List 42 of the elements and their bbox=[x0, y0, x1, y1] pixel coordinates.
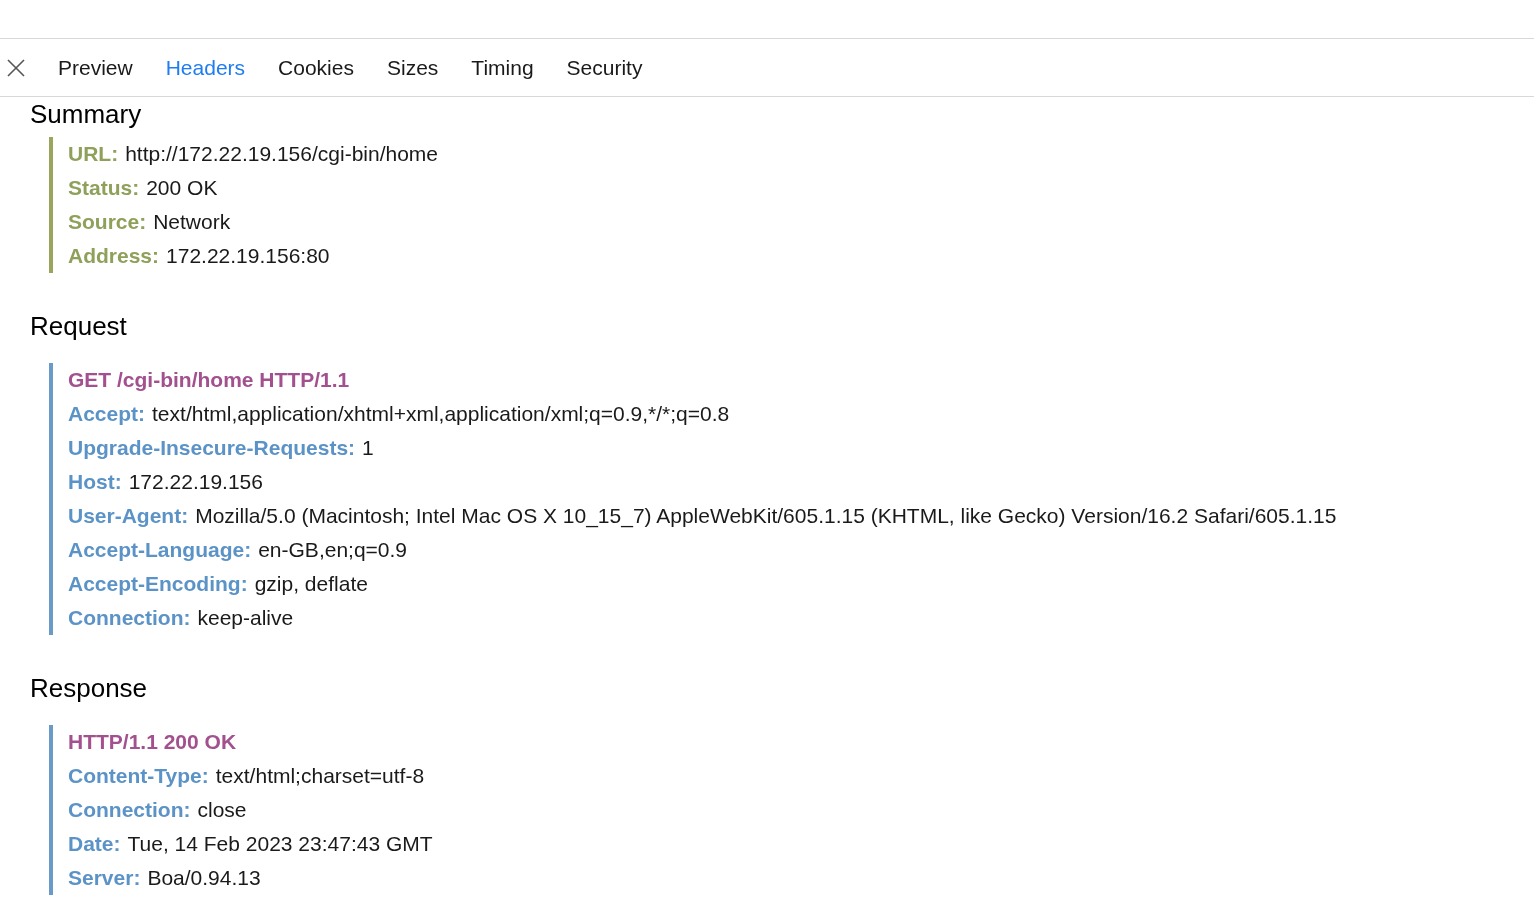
tab[interactable]: Cookies bbox=[278, 51, 354, 84]
tab[interactable]: Headers bbox=[165, 51, 246, 84]
header-name: Connection: bbox=[68, 797, 191, 823]
header-name: Accept: bbox=[68, 401, 146, 427]
header-value: en-GB,en;q=0.9 bbox=[258, 537, 408, 563]
header-name: Date: bbox=[68, 831, 121, 857]
header-name: Host: bbox=[68, 469, 122, 495]
tab[interactable]: Sizes bbox=[386, 51, 439, 84]
header-value: gzip, deflate bbox=[254, 571, 368, 597]
tab[interactable]: Preview bbox=[58, 51, 133, 84]
section-heading: Request bbox=[30, 311, 128, 341]
header-value: 172.22.19.156:80 bbox=[166, 243, 330, 269]
header-name: Accept-Encoding: bbox=[68, 571, 248, 597]
tab[interactable]: Timing bbox=[471, 51, 534, 84]
status-line: GET /cgi-bin/home HTTP/1.1 bbox=[68, 367, 351, 393]
header-name: Connection: bbox=[68, 605, 191, 631]
header-value: text/html,application/xhtml+xml,application/xml;q=0.9,*/*;q=0.8 bbox=[152, 401, 730, 427]
header-value: Boa/0.94.13 bbox=[147, 865, 261, 891]
header-value: Mozilla/5.0 (Macintosh; Intel Mac OS X 10_15_7) AppleWebKit/605.1.15 (KHTML, like Gecko) Version/16.2 Safari/605.1.15 bbox=[195, 503, 1337, 530]
header-name: Accept-Language: bbox=[68, 537, 252, 563]
header-value: 172.22.19.156 bbox=[128, 469, 263, 495]
header-name: URL: bbox=[68, 141, 119, 167]
header-name: Status: bbox=[68, 175, 140, 201]
header-name: Source: bbox=[68, 209, 147, 235]
header-name: Server: bbox=[68, 865, 141, 891]
close-button[interactable] bbox=[6, 57, 26, 78]
header-name: Upgrade-Insecure-Requests: bbox=[68, 435, 356, 461]
header-name: Content-Type: bbox=[68, 763, 209, 789]
header-name: Address: bbox=[68, 243, 160, 269]
status-line: HTTP/1.1 200 OK bbox=[68, 729, 238, 755]
header-value: Tue, 14 Feb 2023 23:47:43 GMT bbox=[127, 831, 433, 857]
header-value: 1 bbox=[362, 435, 374, 461]
tab[interactable]: Security bbox=[566, 51, 643, 84]
section-heading: Summary bbox=[30, 99, 143, 129]
header-value: close bbox=[197, 797, 247, 823]
header-value: keep-alive bbox=[197, 605, 294, 631]
header-name: User-Agent: bbox=[68, 503, 189, 529]
header-value: http://172.22.19.156/cgi-bin/home bbox=[125, 141, 439, 167]
header-value: 200 OK bbox=[146, 175, 218, 201]
header-value: Network bbox=[153, 209, 231, 235]
section-heading: Response bbox=[30, 673, 149, 703]
header-value: text/html;charset=utf-8 bbox=[215, 763, 425, 789]
